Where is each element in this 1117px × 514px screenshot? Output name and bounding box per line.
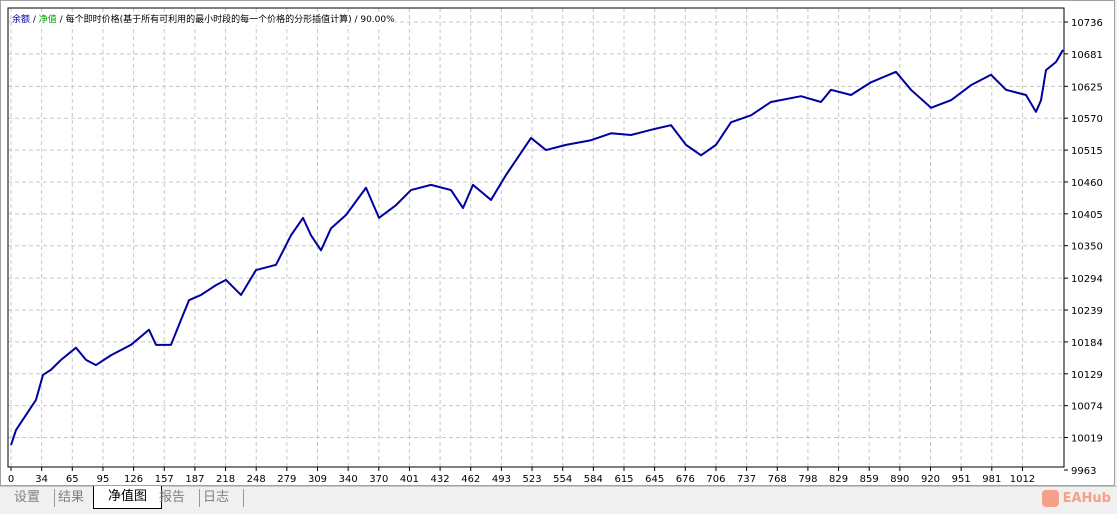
x-tick-label: 157 bbox=[155, 474, 174, 485]
eahub-watermark: EAHub bbox=[1041, 490, 1111, 507]
x-tick-label: 798 bbox=[798, 474, 817, 485]
y-tick-label: 10294 bbox=[1071, 274, 1103, 285]
y-tick-label: 9963 bbox=[1071, 466, 1096, 477]
chart-legend: 余额 / 净值 / 每个即时价格(基于所有可利用的最小时段的每一个价格的分形插值… bbox=[12, 12, 395, 25]
x-tick-label: 615 bbox=[614, 474, 633, 485]
x-tick-label: 706 bbox=[706, 474, 725, 485]
x-tick-label: 401 bbox=[400, 474, 419, 485]
x-tick-label: 890 bbox=[890, 474, 909, 485]
chart-svg: 0 34 65 95 126 157 187 218 248 279 309 340 370 401 432… bbox=[7, 7, 1103, 485]
legend-model: 每个即时价格(基于所有可利用的最小时段的每一个价格的分形插值计算) bbox=[65, 15, 352, 25]
x-tick-label: 584 bbox=[584, 474, 603, 485]
y-tick-label: 10019 bbox=[1071, 434, 1103, 445]
y-tick-label: 10570 bbox=[1071, 114, 1103, 125]
legend-separator: / bbox=[56, 15, 66, 25]
legend-separator: / bbox=[30, 15, 39, 25]
pig-logo-icon bbox=[1041, 490, 1059, 507]
x-tick-label: 248 bbox=[247, 474, 266, 485]
y-tick-label: 10681 bbox=[1071, 50, 1103, 61]
y-tick-label: 10625 bbox=[1071, 82, 1103, 93]
y-tick-label: 10129 bbox=[1071, 370, 1103, 381]
x-tick-label: 981 bbox=[982, 474, 1001, 485]
x-tick-label: 676 bbox=[676, 474, 695, 485]
x-tick-label: 1012 bbox=[1010, 474, 1035, 485]
legend-quality: 90.00% bbox=[360, 15, 395, 25]
x-tick-label: 859 bbox=[860, 474, 879, 485]
y-tick-label: 10184 bbox=[1071, 338, 1103, 349]
tester-tabs: 设置 结果 净值图 报告 日志 bbox=[0, 486, 1117, 514]
y-tick-label: 10405 bbox=[1071, 210, 1103, 221]
x-tick-label: 554 bbox=[553, 474, 572, 485]
x-tick-label: 279 bbox=[277, 474, 296, 485]
x-tick-label: 951 bbox=[952, 474, 971, 485]
x-tick-label: 0 bbox=[8, 474, 14, 485]
x-tick-label: 920 bbox=[921, 474, 940, 485]
y-tick-label: 10460 bbox=[1071, 178, 1103, 189]
legend-equity: 净值 bbox=[38, 15, 57, 25]
tab-results[interactable]: 结果 bbox=[44, 489, 100, 507]
x-tick-label: 65 bbox=[66, 474, 79, 485]
watermark-text: EAHub bbox=[1062, 491, 1111, 506]
x-tick-label: 829 bbox=[829, 474, 848, 485]
y-tick-label: 10239 bbox=[1071, 306, 1103, 317]
x-tick-label: 126 bbox=[124, 474, 143, 485]
x-tick-label: 34 bbox=[35, 474, 48, 485]
x-tick-label: 493 bbox=[492, 474, 511, 485]
y-tick-label: 10074 bbox=[1071, 402, 1103, 413]
x-tick-label: 309 bbox=[308, 474, 327, 485]
x-tick-label: 737 bbox=[737, 474, 756, 485]
plot-area bbox=[8, 8, 1064, 467]
y-tick-label: 10736 bbox=[1071, 18, 1103, 29]
x-tick-label: 95 bbox=[97, 474, 110, 485]
x-tick-label: 523 bbox=[523, 474, 542, 485]
legend-balance: 余额 bbox=[12, 15, 31, 25]
x-tick-label: 218 bbox=[216, 474, 235, 485]
x-tick-label: 768 bbox=[768, 474, 787, 485]
tab-journal[interactable]: 日志 bbox=[189, 489, 245, 507]
x-tick-label: 340 bbox=[339, 474, 358, 485]
y-tick-label: 10515 bbox=[1071, 146, 1103, 157]
x-tick-label: 370 bbox=[369, 474, 388, 485]
y-tick-label: 10350 bbox=[1071, 242, 1103, 253]
x-tick-label: 645 bbox=[645, 474, 664, 485]
equity-chart: 0 34 65 95 126 157 187 218 248 279 309 340 370 401 432… bbox=[0, 0, 1115, 486]
x-tick-label: 432 bbox=[431, 474, 450, 485]
x-tick-label: 187 bbox=[185, 474, 204, 485]
x-tick-label: 462 bbox=[461, 474, 480, 485]
